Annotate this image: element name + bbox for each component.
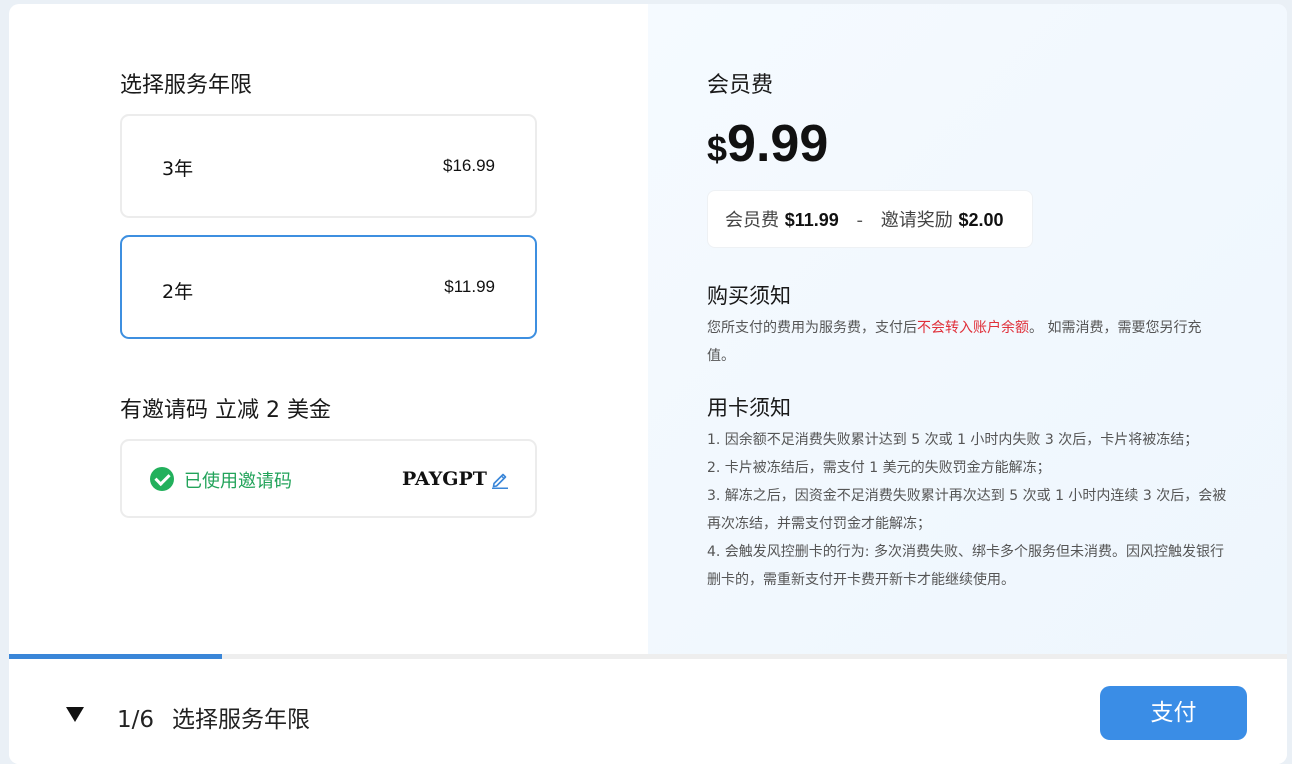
breakdown-reward-label: 邀请奖励 (880, 210, 953, 231)
card-notice-item: 4. 会触发风控删卡的行为: 多次消费失败、绑卡多个服务但未消费。因风控触发银行… (707, 544, 1224, 588)
footer-bar: 1/6 选择服务年限 支付 (9, 659, 1287, 764)
option-years-label: 2年 (162, 281, 194, 303)
option-3-years[interactable]: 3年 $16.99 (120, 114, 537, 218)
card-notice-item: 2. 卡片被冻结后，需支付 1 美元的失败罚金方能解冻； (707, 460, 1051, 476)
breakdown-fee-value: $11.99 (784, 210, 839, 230)
service-years-title: 选择服务年限 (120, 73, 253, 98)
currency-symbol: $ (707, 128, 728, 169)
price-breakdown: 会员费 $11.99 - 邀请奖励 $2.00 (707, 190, 1033, 248)
option-years-label: 3年 (162, 158, 194, 180)
payment-card: 选择服务年限 3年 $16.99 2年 $11.99 有邀请码 立减 2 美金 … (9, 4, 1287, 764)
pay-button[interactable]: 支付 (1100, 686, 1247, 740)
invite-title: 有邀请码 立减 2 美金 (120, 398, 331, 423)
option-2-years[interactable]: 2年 $11.99 (120, 235, 537, 339)
card-notice-item: 3. 解冻之后，因资金不足消费失败累计再次达到 5 次或 1 小时内连续 3 次… (707, 488, 1227, 532)
step-label: 选择服务年限 (172, 707, 311, 733)
purchase-notice-text: 您所支付的费用为服务费，支付后不会转入账户余额。 如需消费，需要您另行充值。 (707, 314, 1227, 370)
invite-code: PAYGPT (402, 468, 487, 490)
notice-text-before: 您所支付的费用为服务费，支付后 (707, 320, 917, 336)
breakdown-fee-label: 会员费 (725, 210, 779, 231)
breakdown-reward-value: $2.00 (958, 210, 1004, 230)
total-price: $9.99 (707, 114, 828, 174)
price-amount: 9.99 (727, 115, 829, 173)
invite-code-box: 已使用邀请码 PAYGPT (120, 439, 537, 518)
step-count: 1/6 (117, 707, 155, 733)
step-indicator: 1/6 选择服务年限 (117, 700, 310, 734)
pencil-edit-icon[interactable] (490, 469, 510, 489)
option-price: $16.99 (443, 156, 495, 175)
invite-status: 已使用邀请码 (184, 471, 292, 492)
check-circle-icon (150, 467, 174, 491)
fee-label: 会员费 (707, 73, 774, 98)
card-notice-title: 用卡须知 (707, 396, 791, 420)
purchase-notice-title: 购买须知 (707, 284, 791, 308)
option-price: $11.99 (444, 277, 495, 296)
card-notice-list: 1. 因余额不足消费失败累计达到 5 次或 1 小时内失败 3 次后，卡片将被冻… (707, 426, 1227, 594)
card-notice-item: 1. 因余额不足消费失败累计达到 5 次或 1 小时内失败 3 次后，卡片将被冻… (707, 432, 1199, 448)
triangle-down-icon[interactable] (66, 707, 84, 722)
notice-highlight: 不会转入账户余额 (917, 320, 1029, 336)
breakdown-separator: - (856, 210, 864, 231)
